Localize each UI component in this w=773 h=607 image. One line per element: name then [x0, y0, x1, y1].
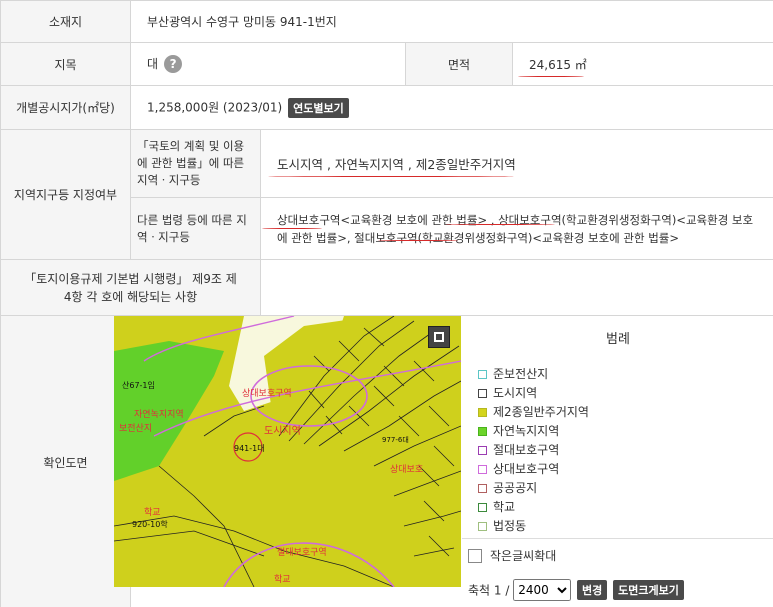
legend-item: 절대보호구역 — [478, 441, 773, 460]
legend-swatch-icon — [478, 446, 487, 455]
map-label-parcel-b: 941-1대 — [234, 444, 265, 453]
legend-item-label: 상대보호구역 — [493, 462, 560, 476]
legend-item: 공공공지 — [478, 479, 773, 498]
map-label-absolute-zone: 절대보호구역 — [277, 546, 327, 558]
zoning-other-law-value: 상대보호구역<교육환경 보호에 관한 법률> , 상대보호구역(학교환경위생정화… — [259, 197, 773, 260]
map-label-urban-area: 도시지역 — [264, 425, 301, 437]
change-button[interactable]: 변경 — [577, 580, 608, 600]
map-label-parcel-c: 920-10학 — [132, 519, 168, 529]
enlarge-text-row: 작은글씨확대 — [468, 547, 556, 564]
legend-item-label: 학교 — [493, 500, 516, 514]
legend-title: 범례 — [606, 332, 630, 347]
land-use-page: 소재지 부산광역시 수영구 망미동 941-1번지 지목 대? 면적 24,61… — [0, 0, 773, 607]
zoning-national-law-label: 「국토의 계획 및 이용에 관한 법률」에 따른 지역ㆍ지구등 — [130, 129, 261, 198]
zoning-other-law-label: 다른 법령 등에 따른 지역ㆍ지구등 — [130, 197, 261, 260]
map-label-parcel-a: 산67-1임 — [122, 380, 155, 390]
enlarge-map-button[interactable]: 도면크게보기 — [613, 580, 684, 600]
enlarge-text-label: 작은글씨확대 — [490, 549, 557, 563]
decree-value — [259, 259, 773, 316]
map-label-relative-zone2: 상대보호 — [390, 464, 423, 475]
map-label-school2: 학교 — [274, 574, 291, 585]
legend-item-label: 공공공지 — [493, 481, 538, 495]
map-label-school: 학교 — [144, 507, 161, 518]
map-expand-icon[interactable] — [428, 326, 450, 348]
decree-label: 「토지이용규제 기본법 시행령」 제9조 제4항 각 호에 해당되는 사항 — [0, 259, 261, 316]
map-section-label: 확인도면 — [0, 315, 131, 607]
annotation-underline-relative-b — [445, 224, 555, 225]
land-category-value: 대 — [147, 56, 159, 71]
location-value: 부산광역시 수영구 망미동 941-1번지 — [129, 0, 773, 43]
map-controls: 작은글씨확대 축척 1 / 2400 변경 도면크게보기 — [462, 538, 773, 607]
land-category-cell: 대? — [130, 42, 406, 86]
zoning-national-law-value: 도시지역 , 자연녹지지역 , 제2종일반주거지역 — [259, 129, 773, 198]
legend-item: 준보전산지 — [478, 365, 773, 384]
legend-item: 도시지역 — [478, 384, 773, 403]
legend-item: 학교 — [478, 498, 773, 517]
map-label-relative-zone: 상대보호구역 — [242, 388, 292, 399]
legend-item-label: 도시지역 — [493, 386, 538, 400]
land-info-table: 소재지 부산광역시 수영구 망미동 941-1번지 지목 대? 면적 24,61… — [0, 0, 773, 607]
legend-panel: 범례 준보전산지도시지역제2종일반주거지역자연녹지지역절대보호구역상대보호구역공… — [462, 316, 773, 538]
enlarge-text-checkbox[interactable] — [468, 548, 482, 563]
scale-select[interactable]: 2400 — [513, 579, 572, 601]
scale-row: 축척 1 / 2400 변경 도면크게보기 — [468, 579, 684, 601]
legend-item-label: 준보전산지 — [493, 367, 549, 381]
legend-swatch-icon — [478, 389, 487, 398]
legend-swatch-icon — [478, 503, 487, 512]
area-label: 면적 — [405, 42, 513, 86]
legend-swatch-icon — [478, 370, 487, 379]
legend-item: 자연녹지지역 — [478, 422, 773, 441]
area-value: 24,615 ㎡ — [511, 42, 773, 86]
legend-item-label: 절대보호구역 — [493, 443, 560, 457]
annotation-underline-absolute — [378, 240, 458, 241]
legend-swatch-icon — [478, 484, 487, 493]
confirmation-map[interactable]: 도시지역 941-1대 상대보호구역 산67-1임 자연녹지지역 보전산지 학교… — [114, 316, 461, 587]
price-value: 1,258,000원 (2023/01) — [147, 100, 283, 114]
legend-swatch-icon — [478, 465, 487, 474]
map-label-preserved-mountain: 보전산지 — [119, 423, 152, 434]
legend-item-label: 자연녹지지역 — [493, 424, 560, 438]
map-label-green-zone: 자연녹지지역 — [134, 409, 184, 420]
map-label-parcel-d: 977-6대 — [382, 436, 409, 444]
annotation-underline-relative-a — [262, 228, 322, 229]
annotation-underline-area — [518, 76, 584, 77]
map-section: 도시지역 941-1대 상대보호구역 산67-1임 자연녹지지역 보전산지 학교… — [114, 315, 773, 607]
legend-item: 제2종일반주거지역 — [478, 403, 773, 422]
price-cell: 1,258,000원 (2023/01) 연도별보기 — [129, 85, 773, 130]
legend-swatch-icon — [478, 522, 487, 531]
legend-item-label: 제2종일반주거지역 — [493, 405, 589, 419]
legend-item: 상대보호구역 — [478, 460, 773, 479]
price-label: 개별공시지가(㎡당) — [0, 85, 131, 130]
legend-swatch-icon — [478, 408, 487, 417]
location-label: 소재지 — [0, 0, 131, 43]
help-icon[interactable]: ? — [164, 55, 183, 74]
legend-swatch-icon — [478, 427, 487, 436]
zoning-label: 지역지구등 지정여부 — [0, 129, 131, 260]
legend-item: 법정동 — [478, 517, 773, 536]
legend-list: 준보전산지도시지역제2종일반주거지역자연녹지지역절대보호구역상대보호구역공공공지… — [462, 347, 773, 536]
scale-label: 축척 1 / — [468, 583, 510, 598]
yearly-view-button[interactable]: 연도별보기 — [288, 97, 349, 118]
legend-item-label: 법정동 — [493, 519, 527, 533]
land-category-label: 지목 — [0, 42, 131, 86]
annotation-underline-zoning — [268, 176, 514, 177]
